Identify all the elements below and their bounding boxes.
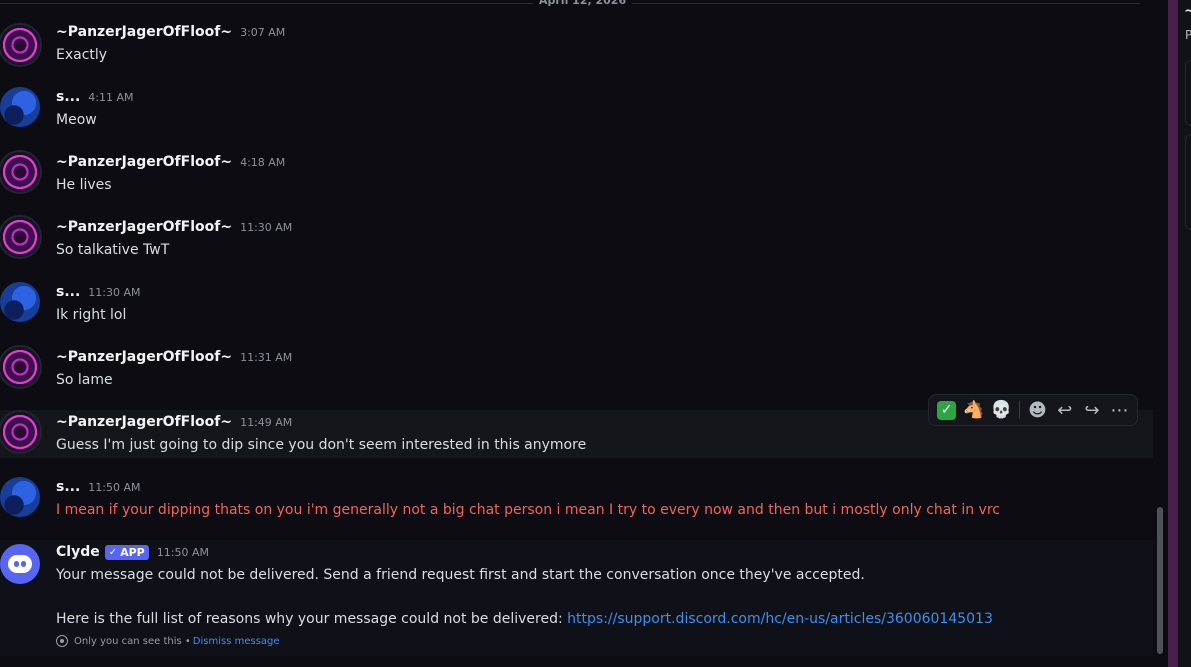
reaction-check-button[interactable]: ✓ <box>933 396 960 424</box>
timestamp: 11:49 AM <box>240 416 293 429</box>
message-item[interactable]: ~PanzerJagerOfFloof~ 4:18 AM He lives <box>0 150 1153 215</box>
timestamp: 11:31 AM <box>240 351 293 364</box>
username[interactable]: s... <box>56 284 80 300</box>
date-divider-label: April 12, 2026 <box>533 0 633 8</box>
eye-icon <box>56 635 68 647</box>
message-item[interactable]: s... 11:30 AM Ik right lol <box>0 280 1153 345</box>
message-item[interactable]: ~PanzerJagerOfFloof~ 11:30 AM So talkati… <box>0 215 1153 280</box>
avatar[interactable] <box>0 412 40 452</box>
clyde-message[interactable]: Clyde ✓ APP 11:50 AM Your message could … <box>0 540 1153 656</box>
forward-button[interactable]: ↪ <box>1078 396 1105 424</box>
clyde-message-line2: Here is the full list of reasons why you… <box>56 609 993 629</box>
right-side-panel: ~ P <box>1178 0 1191 667</box>
panel-title: ~ <box>1184 3 1191 19</box>
reaction-horse-button[interactable]: 🐴 <box>960 396 987 424</box>
more-icon: ⋯ <box>1110 399 1129 421</box>
avatar[interactable] <box>0 217 40 257</box>
panel-card[interactable] <box>1185 134 1191 230</box>
app-badge: ✓ APP <box>104 545 149 560</box>
username[interactable]: s... <box>56 479 80 495</box>
username[interactable]: s... <box>56 89 80 105</box>
message-content: So talkative TwT <box>56 242 170 258</box>
username[interactable]: ~PanzerJagerOfFloof~ <box>56 219 232 235</box>
message-content: Meow <box>56 112 97 128</box>
avatar[interactable] <box>0 477 40 517</box>
forward-icon: ↪ <box>1084 399 1100 421</box>
verified-check-icon: ✓ <box>108 547 118 558</box>
panel-divider <box>1168 0 1178 667</box>
ephemeral-text: Only you can see this • <box>74 635 191 647</box>
date-divider: April 12, 2026 <box>0 0 1140 8</box>
message-content: So lame <box>56 372 113 388</box>
timestamp: 4:11 AM <box>88 91 134 104</box>
timestamp: 11:50 AM <box>156 546 209 559</box>
reply-icon: ↩ <box>1057 399 1073 421</box>
username[interactable]: Clyde <box>56 544 100 560</box>
failed-message-content: I mean if your dipping thats on you i'm … <box>56 502 1000 518</box>
username[interactable]: ~PanzerJagerOfFloof~ <box>56 414 232 430</box>
avatar[interactable] <box>0 347 40 387</box>
app-badge-label: APP <box>120 546 145 559</box>
timestamp: 11:30 AM <box>88 286 141 299</box>
avatar[interactable] <box>0 25 40 65</box>
ephemeral-note: Only you can see this • Dismiss message <box>56 635 280 647</box>
check-emoji-icon: ✓ <box>937 400 957 420</box>
username[interactable]: ~PanzerJagerOfFloof~ <box>56 24 232 40</box>
chat-area: April 12, 2026 ~PanzerJagerOfFloof~ 3:07… <box>0 0 1168 667</box>
timestamp: 4:18 AM <box>240 156 286 169</box>
timestamp: 11:30 AM <box>240 221 293 234</box>
avatar[interactable] <box>0 282 40 322</box>
message-item[interactable]: s... 4:11 AM Meow <box>0 85 1153 150</box>
add-reaction-icon: ☻ <box>1028 399 1047 421</box>
message-item[interactable]: ~PanzerJagerOfFloof~ 3:07 AM Exactly <box>0 20 1153 85</box>
clyde-icon <box>8 555 32 573</box>
reply-button[interactable]: ↩ <box>1051 396 1078 424</box>
add-reaction-button[interactable]: ☻ <box>1024 396 1051 424</box>
clyde-message-line2-text: Here is the full list of reasons why you… <box>56 611 568 627</box>
message-content: Ik right lol <box>56 307 127 323</box>
message-content: Guess I'm just going to dip since you do… <box>56 437 587 453</box>
clyde-message-line1: Your message could not be delivered. Sen… <box>56 567 865 583</box>
timestamp: 11:50 AM <box>88 481 141 494</box>
username[interactable]: ~PanzerJagerOfFloof~ <box>56 154 232 170</box>
message-actions-toolbar: ✓ 🐴 💀 ☻ ↩ ↪ ⋯ <box>928 394 1138 426</box>
username[interactable]: ~PanzerJagerOfFloof~ <box>56 349 232 365</box>
message-content: He lives <box>56 177 112 193</box>
scrollbar-thumb[interactable] <box>1157 507 1163 654</box>
more-button[interactable]: ⋯ <box>1106 396 1133 424</box>
avatar[interactable] <box>0 87 40 127</box>
clyde-avatar[interactable] <box>0 544 40 584</box>
timestamp: 3:07 AM <box>240 26 286 39</box>
toolbar-divider <box>1018 401 1020 419</box>
reaction-skull-button[interactable]: 💀 <box>988 396 1015 424</box>
panel-card[interactable] <box>1185 60 1191 126</box>
panel-subtitle: P <box>1185 28 1191 42</box>
avatar[interactable] <box>0 152 40 192</box>
support-link[interactable]: https://support.discord.com/hc/en-us/art… <box>567 611 993 627</box>
dismiss-message-link[interactable]: Dismiss message <box>193 636 280 647</box>
horse-emoji-icon: 🐴 <box>963 400 985 420</box>
skull-emoji-icon: 💀 <box>990 400 1012 420</box>
message-content: Exactly <box>56 47 108 63</box>
message-item[interactable]: s... 11:50 AM I mean if your dipping tha… <box>0 475 1153 540</box>
